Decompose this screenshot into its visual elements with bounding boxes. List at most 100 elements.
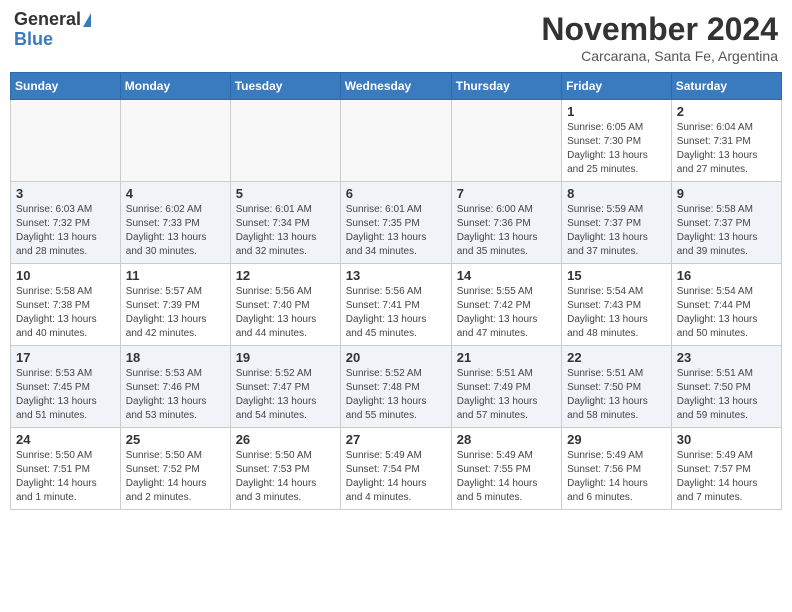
day-info: Sunrise: 6:03 AM Sunset: 7:32 PM Dayligh… bbox=[16, 203, 115, 259]
day-number: 25 bbox=[126, 432, 225, 447]
day-number: 21 bbox=[457, 350, 556, 365]
calendar-day-cell bbox=[11, 100, 121, 182]
calendar-day-cell: 1 Sunrise: 6:05 AM Sunset: 7:30 PM Daylig… bbox=[562, 100, 672, 182]
calendar-week-row: 24 Sunrise: 5:50 AM Sunset: 7:51 PM Dayli… bbox=[11, 428, 782, 510]
day-info: Sunrise: 5:49 AM Sunset: 7:56 PM Dayligh… bbox=[567, 449, 666, 505]
day-info: Sunrise: 5:56 AM Sunset: 7:41 PM Dayligh… bbox=[346, 285, 446, 341]
day-number: 19 bbox=[236, 350, 335, 365]
location: Carcarana, Santa Fe, Argentina bbox=[541, 48, 778, 64]
day-number: 22 bbox=[567, 350, 666, 365]
calendar-day-cell: 26 Sunrise: 5:50 AM Sunset: 7:53 PM Dayli… bbox=[230, 428, 340, 510]
day-number: 16 bbox=[677, 268, 776, 283]
day-info: Sunrise: 5:52 AM Sunset: 7:47 PM Dayligh… bbox=[236, 367, 335, 423]
calendar-day-cell bbox=[340, 100, 451, 182]
calendar-day-cell: 7Sunrise: 6:00 AM Sunset: 7:36 PM Daylig… bbox=[451, 182, 561, 264]
day-info: Sunrise: 5:50 AM Sunset: 7:53 PM Dayligh… bbox=[236, 449, 335, 505]
calendar-day-cell: 24 Sunrise: 5:50 AM Sunset: 7:51 PM Dayli… bbox=[11, 428, 121, 510]
calendar-header-row: SundayMondayTuesdayWednesdayThursdayFrid… bbox=[11, 73, 782, 100]
calendar-day-cell: 17Sunrise: 5:53 AM Sunset: 7:45 PM Dayli… bbox=[11, 346, 121, 428]
day-number: 27 bbox=[346, 432, 446, 447]
calendar-day-cell: 19 Sunrise: 5:52 AM Sunset: 7:47 PM Dayli… bbox=[230, 346, 340, 428]
day-info: Sunrise: 5:53 AM Sunset: 7:46 PM Dayligh… bbox=[126, 367, 225, 423]
calendar-day-cell: 3Sunrise: 6:03 AM Sunset: 7:32 PM Daylig… bbox=[11, 182, 121, 264]
day-info: Sunrise: 5:51 AM Sunset: 7:50 PM Dayligh… bbox=[677, 367, 776, 423]
logo-blue-text: Blue bbox=[14, 30, 53, 50]
calendar-day-cell bbox=[451, 100, 561, 182]
day-number: 18 bbox=[126, 350, 225, 365]
day-number: 5 bbox=[236, 186, 335, 201]
calendar-day-cell bbox=[120, 100, 230, 182]
calendar-week-row: 3Sunrise: 6:03 AM Sunset: 7:32 PM Daylig… bbox=[11, 182, 782, 264]
logo-general-text: General bbox=[14, 10, 81, 30]
calendar-header-tuesday: Tuesday bbox=[230, 73, 340, 100]
calendar-day-cell: 4 Sunrise: 6:02 AM Sunset: 7:33 PM Daylig… bbox=[120, 182, 230, 264]
calendar-header-saturday: Saturday bbox=[671, 73, 781, 100]
day-number: 13 bbox=[346, 268, 446, 283]
day-info: Sunrise: 5:55 AM Sunset: 7:42 PM Dayligh… bbox=[457, 285, 556, 341]
day-info: Sunrise: 5:51 AM Sunset: 7:50 PM Dayligh… bbox=[567, 367, 666, 423]
calendar-day-cell: 22 Sunrise: 5:51 AM Sunset: 7:50 PM Dayli… bbox=[562, 346, 672, 428]
calendar-day-cell: 2 Sunrise: 6:04 AM Sunset: 7:31 PM Daylig… bbox=[671, 100, 781, 182]
day-number: 24 bbox=[16, 432, 115, 447]
day-info: Sunrise: 5:50 AM Sunset: 7:51 PM Dayligh… bbox=[16, 449, 115, 505]
calendar-day-cell: 10 Sunrise: 5:58 AM Sunset: 7:38 PM Dayli… bbox=[11, 264, 121, 346]
day-info: Sunrise: 5:58 AM Sunset: 7:38 PM Dayligh… bbox=[16, 285, 115, 341]
day-info: Sunrise: 5:49 AM Sunset: 7:57 PM Dayligh… bbox=[677, 449, 776, 505]
calendar-day-cell: 27 Sunrise: 5:49 AM Sunset: 7:54 PM Dayli… bbox=[340, 428, 451, 510]
calendar-header-sunday: Sunday bbox=[11, 73, 121, 100]
calendar-day-cell: 21 Sunrise: 5:51 AM Sunset: 7:49 PM Dayli… bbox=[451, 346, 561, 428]
calendar-day-cell: 18 Sunrise: 5:53 AM Sunset: 7:46 PM Dayli… bbox=[120, 346, 230, 428]
calendar-day-cell: 14 Sunrise: 5:55 AM Sunset: 7:42 PM Dayli… bbox=[451, 264, 561, 346]
calendar-header-monday: Monday bbox=[120, 73, 230, 100]
day-number: 11 bbox=[126, 268, 225, 283]
calendar-day-cell: 25 Sunrise: 5:50 AM Sunset: 7:52 PM Dayli… bbox=[120, 428, 230, 510]
day-info: Sunrise: 5:51 AM Sunset: 7:49 PM Dayligh… bbox=[457, 367, 556, 423]
calendar-table: SundayMondayTuesdayWednesdayThursdayFrid… bbox=[10, 72, 782, 510]
day-info: Sunrise: 5:49 AM Sunset: 7:54 PM Dayligh… bbox=[346, 449, 446, 505]
day-info: Sunrise: 5:50 AM Sunset: 7:52 PM Dayligh… bbox=[126, 449, 225, 505]
logo: General Blue bbox=[14, 10, 91, 50]
day-number: 2 bbox=[677, 104, 776, 119]
day-info: Sunrise: 5:53 AM Sunset: 7:45 PM Dayligh… bbox=[16, 367, 115, 423]
day-info: Sunrise: 5:58 AM Sunset: 7:37 PM Dayligh… bbox=[677, 203, 776, 259]
day-number: 28 bbox=[457, 432, 556, 447]
day-number: 20 bbox=[346, 350, 446, 365]
day-info: Sunrise: 5:49 AM Sunset: 7:55 PM Dayligh… bbox=[457, 449, 556, 505]
calendar-day-cell: 11 Sunrise: 5:57 AM Sunset: 7:39 PM Dayli… bbox=[120, 264, 230, 346]
calendar-week-row: 10 Sunrise: 5:58 AM Sunset: 7:38 PM Dayli… bbox=[11, 264, 782, 346]
calendar-header-wednesday: Wednesday bbox=[340, 73, 451, 100]
day-info: Sunrise: 6:05 AM Sunset: 7:30 PM Dayligh… bbox=[567, 121, 666, 177]
logo-triangle-icon bbox=[83, 13, 91, 27]
day-info: Sunrise: 6:01 AM Sunset: 7:34 PM Dayligh… bbox=[236, 203, 335, 259]
day-number: 1 bbox=[567, 104, 666, 119]
calendar-day-cell: 13 Sunrise: 5:56 AM Sunset: 7:41 PM Dayli… bbox=[340, 264, 451, 346]
day-number: 12 bbox=[236, 268, 335, 283]
calendar-day-cell: 12Sunrise: 5:56 AM Sunset: 7:40 PM Dayli… bbox=[230, 264, 340, 346]
day-number: 26 bbox=[236, 432, 335, 447]
day-number: 6 bbox=[346, 186, 446, 201]
day-number: 29 bbox=[567, 432, 666, 447]
calendar-header-friday: Friday bbox=[562, 73, 672, 100]
day-info: Sunrise: 5:59 AM Sunset: 7:37 PM Dayligh… bbox=[567, 203, 666, 259]
calendar-day-cell: 5 Sunrise: 6:01 AM Sunset: 7:34 PM Daylig… bbox=[230, 182, 340, 264]
calendar-header-thursday: Thursday bbox=[451, 73, 561, 100]
day-info: Sunrise: 6:02 AM Sunset: 7:33 PM Dayligh… bbox=[126, 203, 225, 259]
calendar-day-cell: 29 Sunrise: 5:49 AM Sunset: 7:56 PM Dayli… bbox=[562, 428, 672, 510]
day-number: 8 bbox=[567, 186, 666, 201]
day-number: 14 bbox=[457, 268, 556, 283]
calendar-week-row: 17Sunrise: 5:53 AM Sunset: 7:45 PM Dayli… bbox=[11, 346, 782, 428]
calendar-day-cell: 6Sunrise: 6:01 AM Sunset: 7:35 PM Daylig… bbox=[340, 182, 451, 264]
calendar-day-cell: 8 Sunrise: 5:59 AM Sunset: 7:37 PM Daylig… bbox=[562, 182, 672, 264]
day-info: Sunrise: 5:57 AM Sunset: 7:39 PM Dayligh… bbox=[126, 285, 225, 341]
calendar-day-cell: 15Sunrise: 5:54 AM Sunset: 7:43 PM Dayli… bbox=[562, 264, 672, 346]
day-info: Sunrise: 6:04 AM Sunset: 7:31 PM Dayligh… bbox=[677, 121, 776, 177]
day-number: 10 bbox=[16, 268, 115, 283]
calendar-day-cell: 30Sunrise: 5:49 AM Sunset: 7:57 PM Dayli… bbox=[671, 428, 781, 510]
calendar-day-cell: 28 Sunrise: 5:49 AM Sunset: 7:55 PM Dayli… bbox=[451, 428, 561, 510]
calendar-day-cell: 9Sunrise: 5:58 AM Sunset: 7:37 PM Daylig… bbox=[671, 182, 781, 264]
calendar-day-cell: 23Sunrise: 5:51 AM Sunset: 7:50 PM Dayli… bbox=[671, 346, 781, 428]
day-number: 15 bbox=[567, 268, 666, 283]
page-header: General Blue November 2024 Carcarana, Sa… bbox=[10, 10, 782, 64]
day-number: 4 bbox=[126, 186, 225, 201]
day-info: Sunrise: 6:00 AM Sunset: 7:36 PM Dayligh… bbox=[457, 203, 556, 259]
